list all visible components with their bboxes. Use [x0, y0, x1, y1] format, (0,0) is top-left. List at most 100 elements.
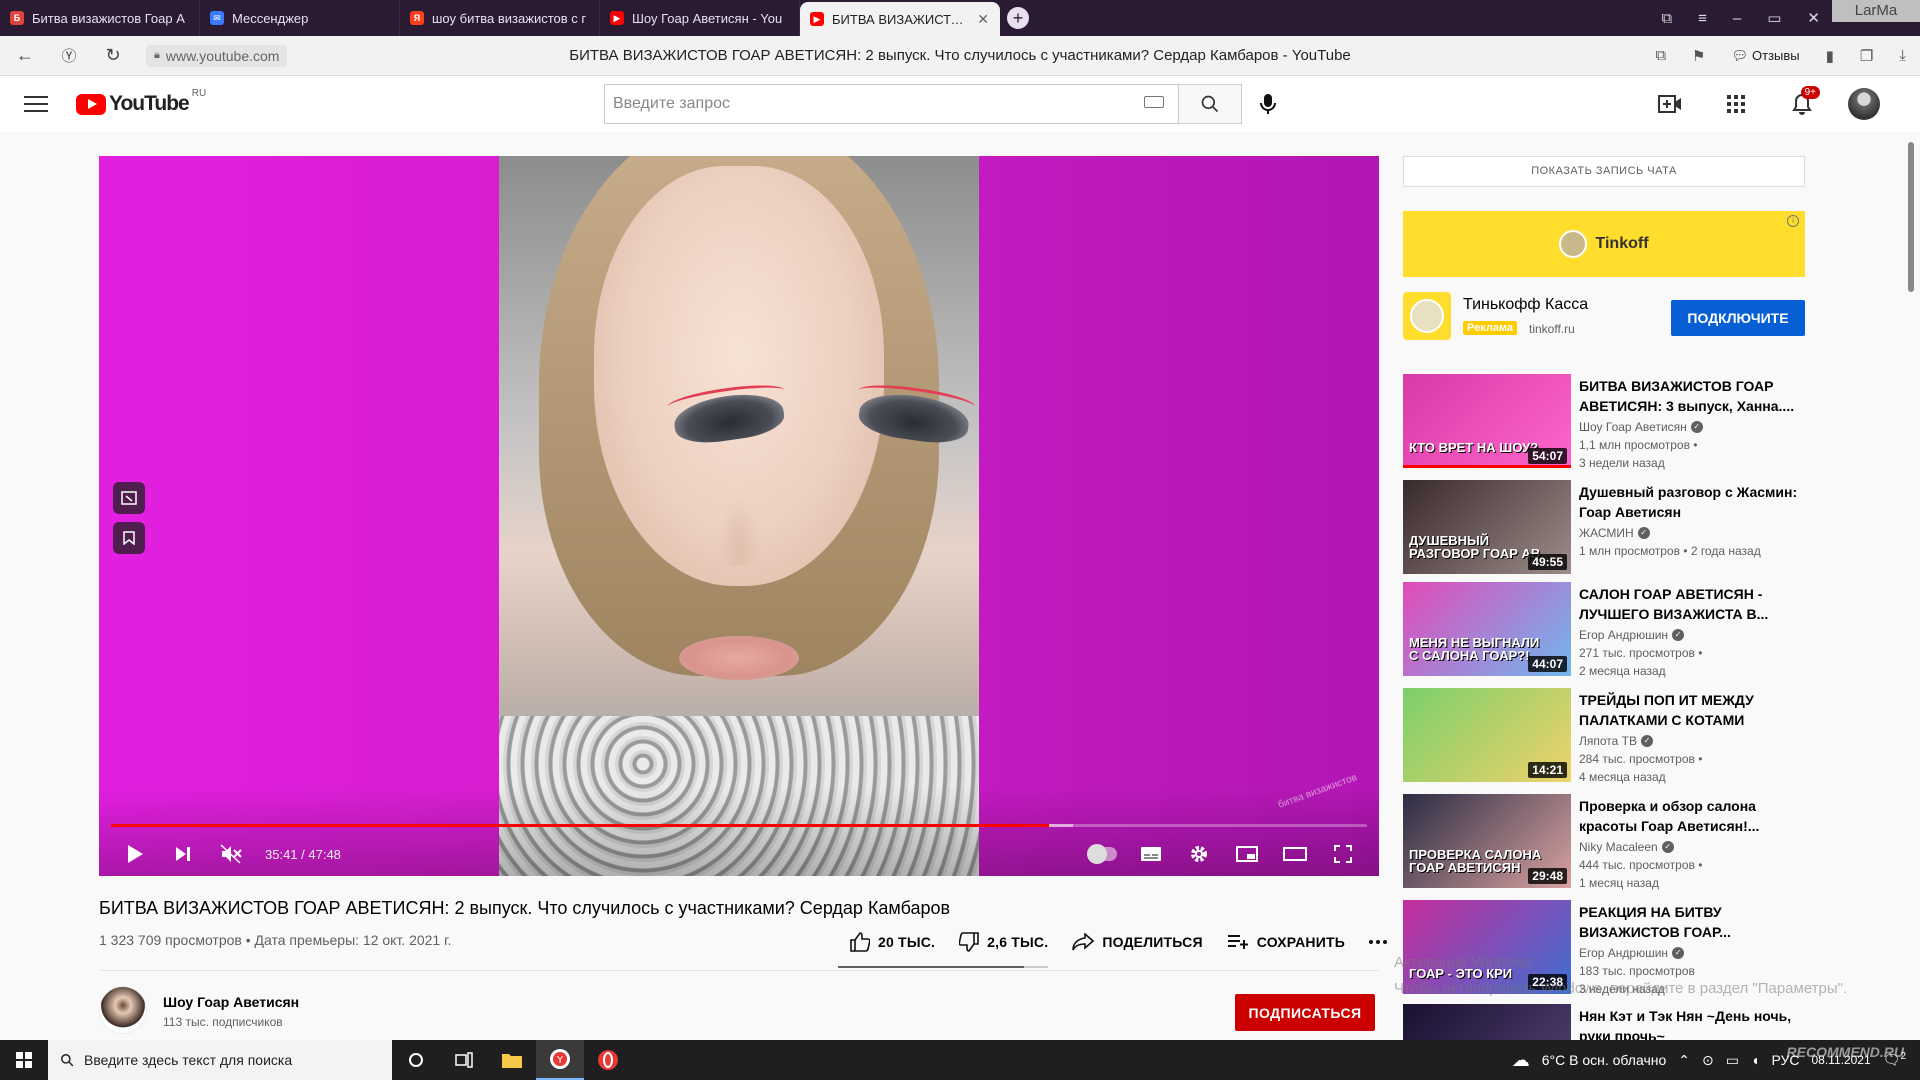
channel-name[interactable]: Шоу Гоар Аветисян: [163, 994, 299, 1010]
recommended-video[interactable]: Нян Кэт и Тэк Нян ~День ночь, руки прочь…: [1403, 1004, 1805, 1080]
logo-text: YouTube: [109, 92, 190, 115]
search-input[interactable]: [604, 84, 1178, 124]
search-button[interactable]: [1178, 84, 1242, 124]
video-thumbnail[interactable]: 14:21: [1403, 688, 1571, 782]
extensions-icon[interactable]: ⚑: [1692, 47, 1705, 65]
like-button[interactable]: 20 ТЫС.: [838, 924, 947, 960]
browser-menu-icon[interactable]: ≡: [1698, 10, 1707, 27]
recommended-video[interactable]: ПРОВЕРКА САЛОНА ГОАР АВЕТИСЯН 29:48 Провер…: [1403, 794, 1805, 890]
recommended-channel[interactable]: Niky Macaleen ✓: [1579, 840, 1674, 854]
next-button[interactable]: [159, 832, 207, 876]
progress-bar[interactable]: [111, 824, 1367, 827]
bookmark-icon[interactable]: ▮: [1826, 47, 1834, 65]
fullscreen-icon: [1334, 845, 1352, 863]
recommended-channel[interactable]: ЖАСМИН ✓: [1579, 526, 1650, 540]
screenshot-button[interactable]: [113, 482, 145, 514]
ad-info-icon[interactable]: i: [1787, 215, 1799, 227]
miniplayer-button[interactable]: [1223, 832, 1271, 876]
apps-button[interactable]: [1716, 84, 1756, 124]
dislike-button[interactable]: 2,6 ТЫС.: [947, 924, 1060, 960]
gear-icon: [1191, 846, 1207, 862]
volume-icon[interactable]: ◖: [1751, 1052, 1759, 1068]
recommended-channel[interactable]: Шоу Гоар Аветисян ✓: [1579, 420, 1703, 434]
maximize-icon[interactable]: ▭: [1767, 9, 1781, 27]
video-duration: 54:07: [1528, 448, 1567, 464]
video-thumbnail[interactable]: КТО ВРЕТ НА ШОУ? 54:07: [1403, 374, 1571, 468]
collections-icon[interactable]: ❐: [1860, 47, 1873, 65]
keyboard-icon[interactable]: [1144, 96, 1164, 108]
yandex-browser-button[interactable]: Y: [536, 1040, 584, 1080]
notifications-button[interactable]: 9+: [1782, 84, 1822, 124]
close-window-icon[interactable]: ✕: [1807, 9, 1820, 27]
fullscreen-button[interactable]: [1319, 832, 1367, 876]
recommended-video-title[interactable]: Проверка и обзор салона красоты Гоар Аве…: [1579, 796, 1801, 836]
browser-tab[interactable]: Яшоу битва визажистов с г: [400, 0, 600, 36]
save-button[interactable]: СОХРАНИТЬ: [1215, 924, 1357, 960]
recommended-video[interactable]: 14:21 ТРЕЙДЫ ПОП ИТ МЕЖДУ ПАЛАТКАМИ С КОТ…: [1403, 688, 1805, 784]
verified-icon: ✓: [1672, 629, 1685, 641]
url-field[interactable]: 🔒︎ www.youtube.com: [146, 44, 288, 67]
video-player[interactable]: битва визажистов 35:41 / 47:48: [99, 156, 1379, 876]
reader-mode-icon[interactable]: ⧉: [1655, 47, 1666, 64]
task-view-button[interactable]: [440, 1040, 488, 1080]
browser-tab[interactable]: Б Битва визажистов Гоар А: [0, 0, 200, 36]
theater-mode-button[interactable]: [1271, 832, 1319, 876]
browser-tab[interactable]: ✉ Мессенджер: [200, 0, 400, 36]
voice-search-button[interactable]: [1248, 84, 1288, 124]
recommended-video-title[interactable]: РЕАКЦИЯ НА БИТВУ ВИЗАЖИСТОВ ГОАР...: [1579, 902, 1801, 942]
video-thumbnail[interactable]: ДУШЕВНЫЙ РАЗГОВОР ГОАР АВ 49:55: [1403, 480, 1571, 574]
weather-text[interactable]: 6°C В осн. облачно: [1542, 1052, 1667, 1068]
mute-button[interactable]: [207, 832, 255, 876]
taskbar-search[interactable]: Введите здесь текст для поиска: [48, 1040, 392, 1080]
opera-button[interactable]: [584, 1040, 632, 1080]
start-button[interactable]: [0, 1040, 48, 1080]
reload-icon[interactable]: ↻: [102, 45, 124, 66]
ad-cta-button[interactable]: ПОДКЛЮЧИТЕ: [1671, 300, 1805, 336]
settings-button[interactable]: [1175, 832, 1223, 876]
tab-list-icon[interactable]: ⧉: [1661, 10, 1672, 27]
minimize-icon[interactable]: –: [1733, 10, 1741, 27]
recommended-video-title[interactable]: БИТВА ВИЗАЖИСТОВ ГОАР АВЕТИСЯН: 3 выпуск…: [1579, 376, 1801, 416]
channel-subscribers: 113 тыс. подписчиков: [163, 1015, 283, 1029]
create-video-button[interactable]: [1650, 84, 1690, 124]
browser-tab[interactable]: ▶ БИТВА ВИЗАЖИСТОВ Г ✕: [800, 2, 1000, 36]
downloads-icon[interactable]: ⤓: [1899, 47, 1906, 64]
network-icon[interactable]: ⊙: [1702, 1052, 1714, 1069]
new-tab-button[interactable]: +: [1000, 0, 1036, 36]
video-thumbnail[interactable]: ПРОВЕРКА САЛОНА ГОАР АВЕТИСЯН 29:48: [1403, 794, 1571, 888]
tab-close-icon[interactable]: ✕: [977, 11, 989, 28]
recommended-video-title[interactable]: ТРЕЙДЫ ПОП ИТ МЕЖДУ ПАЛАТКАМИ С КОТАМИ: [1579, 690, 1801, 730]
page-scrollbar[interactable]: [1906, 132, 1916, 1040]
account-avatar[interactable]: [1848, 88, 1880, 120]
recommended-video[interactable]: ДУШЕВНЫЙ РАЗГОВОР ГОАР АВ 49:55 Душевный р…: [1403, 480, 1805, 574]
recommended-video[interactable]: МЕНЯ НЕ ВЫГНАЛИ С САЛОНА ГОАР?! 44:07 САЛО…: [1403, 582, 1805, 678]
recommended-video-title[interactable]: Душевный разговор с Жасмин: Гоар Аветися…: [1579, 482, 1801, 522]
recommended-channel[interactable]: Егор Андрюшин ✓: [1579, 628, 1685, 642]
bookmark-video-button[interactable]: [113, 522, 145, 554]
share-button[interactable]: ПОДЕЛИТЬСЯ: [1060, 924, 1214, 960]
back-icon[interactable]: ←: [14, 45, 36, 66]
yandex-icon[interactable]: Ⓨ: [58, 45, 80, 66]
recommended-video-title[interactable]: САЛОН ГОАР АВЕТИСЯН - ЛУЧШЕГО ВИЗАЖИСТА …: [1579, 584, 1801, 624]
channel-avatar[interactable]: [99, 986, 147, 1034]
cortana-button[interactable]: [392, 1040, 440, 1080]
youtube-logo[interactable]: YouTube RU: [76, 88, 206, 116]
play-button[interactable]: [111, 832, 159, 876]
video-thumbnail[interactable]: МЕНЯ НЕ ВЫГНАЛИ С САЛОНА ГОАР?! 44:07: [1403, 582, 1571, 676]
ad-banner[interactable]: Tinkoff i: [1403, 211, 1805, 277]
browser-tab[interactable]: ▶ Шоу Гоар Аветисян - You: [600, 0, 800, 36]
recommended-video[interactable]: КТО ВРЕТ НА ШОУ? 54:07 БИТВА ВИЗАЖИСТОВ ГО…: [1403, 374, 1805, 470]
menu-icon[interactable]: [24, 96, 48, 112]
subscribe-button[interactable]: ПОДПИСАТЬСЯ: [1235, 994, 1375, 1031]
ad-card[interactable]: Тинькофф Касса Реклама tinkoff.ru ПОДКЛЮ…: [1403, 292, 1805, 342]
autoplay-toggle[interactable]: [1079, 832, 1127, 876]
display-icon[interactable]: ▭: [1726, 1052, 1739, 1069]
file-explorer-button[interactable]: [488, 1040, 536, 1080]
more-actions-button[interactable]: [1357, 924, 1399, 960]
show-chat-replay-button[interactable]: ПОКАЗАТЬ ЗАПИСЬ ЧАТА: [1403, 156, 1805, 187]
subtitles-button[interactable]: [1127, 832, 1175, 876]
feedback-button[interactable]: 💬︎ Отзывы: [1732, 48, 1800, 64]
watched-progress: [1403, 465, 1571, 468]
recommended-channel[interactable]: Ляпота ТВ ✓: [1579, 734, 1653, 748]
chevron-up-icon[interactable]: ⌃: [1678, 1052, 1690, 1069]
